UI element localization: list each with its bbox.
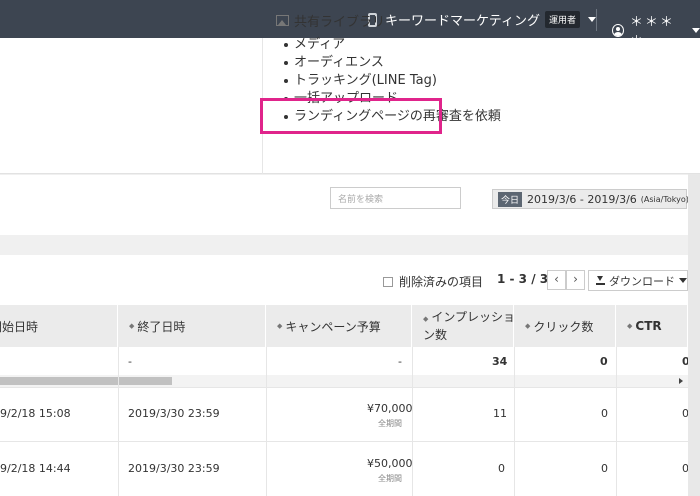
row-divider (0, 441, 688, 442)
total-end: - (128, 355, 132, 368)
column-divider (616, 347, 617, 496)
column-header-ctr[interactable]: ◆ CTR (617, 305, 688, 347)
search-input[interactable]: 名前を検索 (330, 187, 461, 209)
chevron-down-icon (679, 278, 687, 283)
account-switcher[interactable]: キーワードマーケティング 運用者 (368, 10, 596, 29)
table-header: 開始日時 ◆ 終了日時 ◆ キャンペーン予算 ◆インプレッショ ン数 ◆ クリッ… (0, 305, 688, 347)
user-icon (612, 23, 624, 37)
account-name: キーワードマーケティング (385, 14, 540, 29)
show-deleted-label: 削除済みの項目 (399, 275, 484, 289)
column-divider (514, 347, 515, 496)
chevron-down-icon (587, 17, 596, 22)
pagination-info: 1 - 3 / 3 (497, 272, 549, 286)
scrollbar-thumb[interactable] (0, 377, 172, 385)
download-button[interactable]: ダウンロード (588, 270, 688, 291)
role-badge: 運用者 (544, 11, 580, 28)
row2-end: 2019/3/30 23:59 (128, 462, 220, 475)
download-icon (596, 276, 605, 285)
timezone-label: (Asia/Tokyo) (640, 194, 689, 204)
row2-start: 9/2/18 14:44 (0, 462, 71, 475)
show-deleted-toggle[interactable]: 削除済みの項目 (383, 273, 483, 290)
sort-icon: ◆ (277, 322, 283, 330)
chevron-down-icon (692, 27, 700, 33)
row1-budget: ¥70,000 (367, 402, 413, 415)
divider (596, 9, 597, 31)
column-header-impressions[interactable]: ◆ インプレッショ ン数 (413, 305, 515, 347)
date-range-picker[interactable]: 今日 2019/3/6 - 2019/3/6 (Asia/Tokyo) (492, 189, 700, 209)
today-badge: 今日 (498, 191, 523, 207)
row2-impressions: 0 (498, 462, 505, 475)
scroll-right-icon[interactable] (679, 378, 683, 384)
column-divider (266, 347, 267, 496)
row-divider (0, 387, 688, 388)
sort-icon: ◆ (129, 322, 135, 330)
row2-clicks: 0 (601, 462, 608, 475)
shared-library-heading: 共有ライブラリ (276, 11, 385, 30)
column-divider (118, 347, 119, 496)
prev-page-button[interactable]: ‹ (547, 270, 566, 290)
next-page-button[interactable]: › (566, 270, 585, 290)
vertical-scrollbar[interactable] (688, 174, 700, 496)
column-header-start[interactable]: 開始日時 (0, 305, 118, 347)
checkbox[interactable] (383, 276, 393, 287)
row2-budget-period: 全期間 (378, 474, 402, 483)
image-icon (276, 15, 289, 26)
row1-impressions: 11 (493, 407, 507, 420)
highlight-box (260, 98, 442, 134)
total-clicks: 0 (600, 355, 608, 368)
row2-budget: ¥50,000 (367, 457, 413, 470)
row1-clicks: 0 (601, 407, 608, 420)
date-range-value: 2019/3/6 - 2019/3/6 (527, 192, 637, 206)
row1-budget-period: 全期間 (378, 419, 402, 428)
sort-icon: ◆ (423, 315, 429, 323)
sort-icon: ◆ (627, 322, 633, 330)
sort-icon: ◆ (525, 322, 531, 330)
row1-end: 2019/3/30 23:59 (128, 407, 220, 420)
column-header-budget[interactable]: ◆ キャンペーン予算 (267, 305, 412, 347)
column-header-clicks[interactable]: ◆ クリック数 (515, 305, 616, 347)
row1-start: 9/2/18 15:08 (0, 407, 71, 420)
library-item-tracking[interactable]: トラッキング(LINE Tag) (284, 72, 501, 90)
total-budget: - (398, 355, 402, 368)
library-item-media[interactable]: メディア (284, 36, 501, 54)
total-impressions: 34 (492, 355, 508, 368)
column-divider (412, 347, 413, 496)
column-header-end[interactable]: ◆ 終了日時 (119, 305, 266, 347)
library-item-audience[interactable]: オーディエンス (284, 54, 501, 72)
